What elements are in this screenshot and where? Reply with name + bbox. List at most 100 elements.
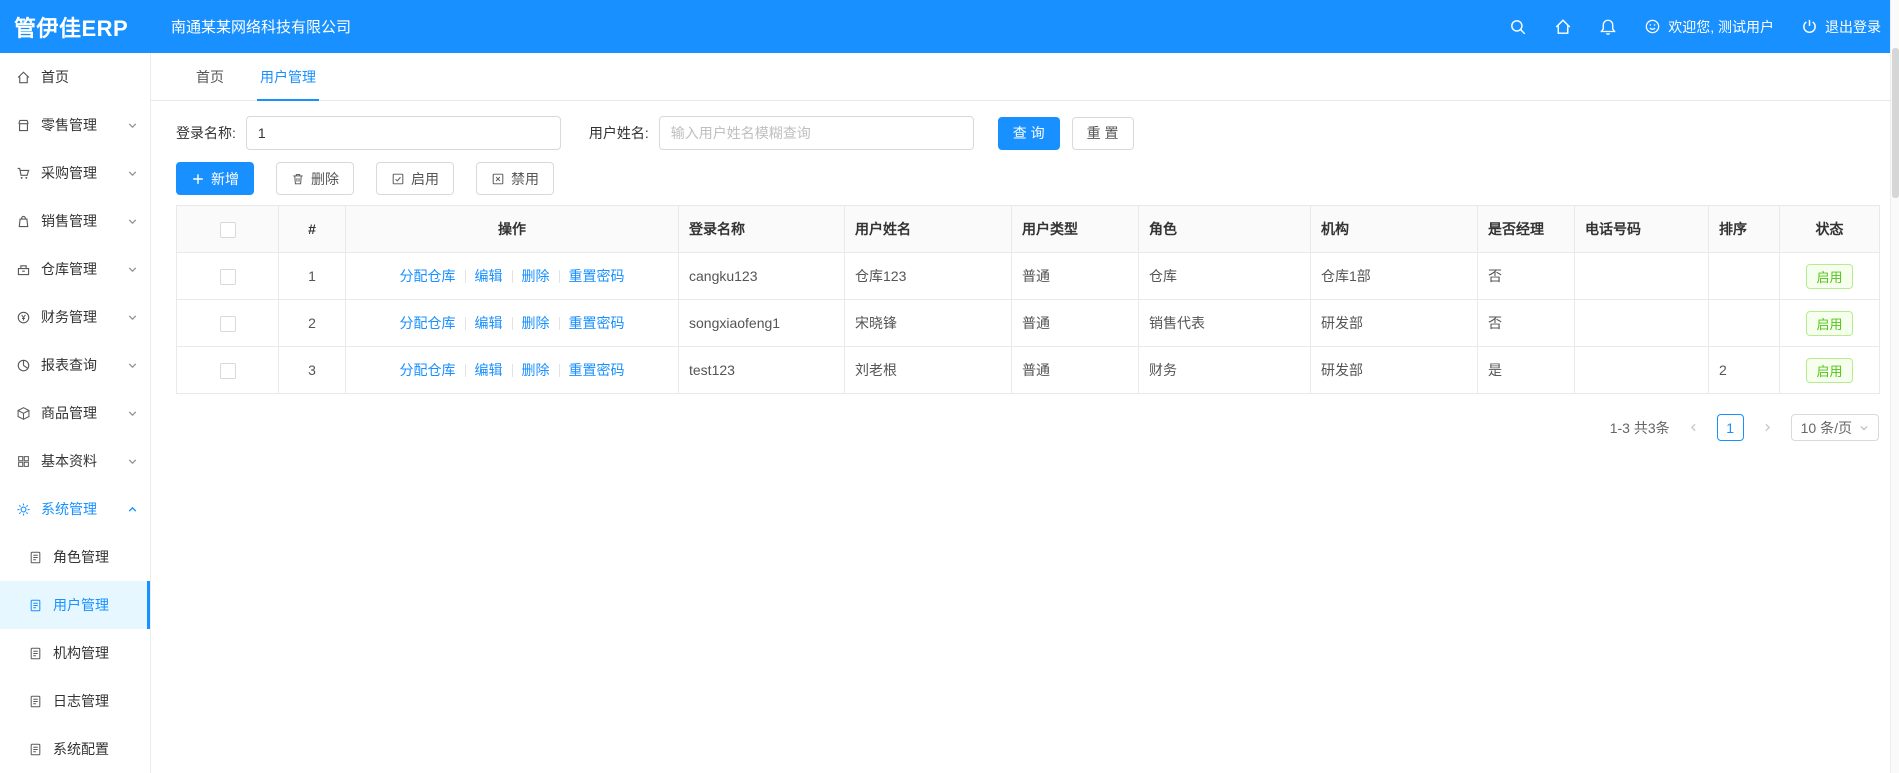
sidebar-item-role-management[interactable]: 角色管理 <box>0 533 150 581</box>
divider <box>511 270 513 283</box>
sales-bag-icon <box>16 214 31 229</box>
select-all-checkbox[interactable] <box>219 221 236 238</box>
chevron-down-icon <box>1860 425 1868 430</box>
logout-button[interactable]: 退出登录 <box>1801 17 1881 37</box>
sidebar-item-sales-management[interactable]: 销售管理 <box>0 197 150 245</box>
bell-icon[interactable] <box>1599 18 1617 36</box>
cell-is-manager: 否 <box>1477 299 1575 347</box>
delete-link[interactable]: 删除 <box>522 315 550 331</box>
cell-sort: 2 <box>1708 346 1780 394</box>
row-index: 2 <box>278 299 346 347</box>
add-button[interactable]: 新增 <box>176 162 254 195</box>
procurement-cart-icon <box>16 166 31 181</box>
cell-login-name: songxiaofeng1 <box>678 299 845 347</box>
delete-button-label: 删除 <box>311 170 339 187</box>
chevron-down-icon <box>127 456 138 467</box>
column-header-org: 机构 <box>1310 205 1478 253</box>
grid-icon <box>16 454 31 469</box>
chevron-down-icon <box>127 312 138 323</box>
sidebar-item-purchase-management[interactable]: 采购管理 <box>0 149 150 197</box>
cell-phone <box>1574 299 1709 347</box>
user-name-input[interactable] <box>658 116 974 150</box>
delete-button[interactable]: 删除 <box>276 162 354 195</box>
tab-bar: 首页 用户管理 <box>151 53 1899 101</box>
cell-org: 研发部 <box>1310 299 1478 347</box>
column-header-is-manager: 是否经理 <box>1477 205 1575 253</box>
page-size-select[interactable]: 10 条/页 <box>1790 414 1879 441</box>
sidebar-item-finance-management[interactable]: 财务管理 <box>0 293 150 341</box>
logout-icon <box>1801 18 1818 35</box>
tab-home[interactable]: 首页 <box>193 53 227 100</box>
reset-password-link[interactable]: 重置密码 <box>569 315 625 331</box>
sidebar-item-system-management[interactable]: 系统管理 <box>0 485 150 533</box>
check-square-icon <box>392 173 404 184</box>
search-icon[interactable] <box>1509 18 1527 36</box>
sidebar-item-label: 机构管理 <box>53 645 109 661</box>
welcome-user[interactable]: 欢迎您, 测试用户 <box>1644 17 1774 37</box>
cell-login-name: cangku123 <box>678 252 845 300</box>
prev-page-button[interactable] <box>1680 414 1707 441</box>
cell-user-name: 仓库123 <box>844 252 1012 300</box>
sidebar-item-home[interactable]: 首页 <box>0 53 150 101</box>
login-name-input[interactable] <box>245 116 561 150</box>
goods-box-icon <box>16 406 31 421</box>
assign-warehouse-link[interactable]: 分配仓库 <box>400 362 456 378</box>
row-checkbox[interactable] <box>219 362 236 379</box>
edit-link[interactable]: 编辑 <box>475 268 503 284</box>
row-checkbox[interactable] <box>219 268 236 285</box>
table-row: 1 分配仓库 编辑 删除 重置密码 cangku123 仓库123 普通 仓库 仓库1… <box>176 252 1880 300</box>
reset-password-link[interactable]: 重置密码 <box>569 268 625 284</box>
gear-icon <box>16 502 31 517</box>
sidebar-item-label: 角色管理 <box>53 549 109 565</box>
sidebar-item-label: 财务管理 <box>41 309 97 325</box>
chevron-down-icon <box>127 360 138 371</box>
document-icon <box>28 742 43 757</box>
reset-button[interactable]: 重 置 <box>1071 116 1134 150</box>
sidebar-item-retail-management[interactable]: 零售管理 <box>0 101 150 149</box>
disable-button[interactable]: 禁用 <box>476 162 554 195</box>
search-button[interactable]: 查 询 <box>997 116 1060 150</box>
row-actions: 分配仓库 编辑 删除 重置密码 <box>345 252 679 300</box>
sidebar-item-user-management[interactable]: 用户管理 <box>0 581 150 629</box>
sidebar-item-log-management[interactable]: 日志管理 <box>0 677 150 725</box>
sidebar-item-basic-data[interactable]: 基本资料 <box>0 437 150 485</box>
chevron-right-icon <box>1764 423 1770 432</box>
page-layout: 首页 零售管理 采购管理 销售管理 仓库管理 财务管理 报表查询 商品管理 基本… <box>0 53 1899 773</box>
app-logo[interactable]: 管伊佳ERP <box>0 11 151 43</box>
logout-label: 退出登录 <box>1825 18 1881 35</box>
enable-button[interactable]: 启用 <box>376 162 454 195</box>
cell-phone <box>1574 346 1709 394</box>
divider <box>558 364 560 377</box>
status-badge[interactable]: 启用 <box>1806 357 1853 383</box>
row-index: 1 <box>278 252 346 300</box>
sidebar-item-report-query[interactable]: 报表查询 <box>0 341 150 389</box>
row-checkbox[interactable] <box>219 315 236 332</box>
home-icon[interactable] <box>1554 18 1572 36</box>
sidebar-item-system-config[interactable]: 系统配置 <box>0 725 150 773</box>
cell-is-manager: 是 <box>1477 346 1575 394</box>
scrollbar[interactable] <box>1890 0 1899 773</box>
status-badge[interactable]: 启用 <box>1806 263 1853 289</box>
page-size-value: 10 条/页 <box>1800 419 1852 436</box>
scrollbar-thumb[interactable] <box>1892 48 1899 198</box>
assign-warehouse-link[interactable]: 分配仓库 <box>400 315 456 331</box>
status-badge[interactable]: 启用 <box>1806 310 1853 336</box>
cell-role: 销售代表 <box>1138 299 1311 347</box>
home-icon <box>16 70 31 85</box>
delete-link[interactable]: 删除 <box>522 268 550 284</box>
reset-password-link[interactable]: 重置密码 <box>569 362 625 378</box>
assign-warehouse-link[interactable]: 分配仓库 <box>400 268 456 284</box>
next-page-button[interactable] <box>1754 414 1781 441</box>
column-header-user-name: 用户姓名 <box>844 205 1012 253</box>
sidebar-item-org-management[interactable]: 机构管理 <box>0 629 150 677</box>
sidebar-item-goods-management[interactable]: 商品管理 <box>0 389 150 437</box>
row-index: 3 <box>278 346 346 394</box>
edit-link[interactable]: 编辑 <box>475 315 503 331</box>
edit-link[interactable]: 编辑 <box>475 362 503 378</box>
cell-org: 仓库1部 <box>1310 252 1478 300</box>
cell-is-manager: 否 <box>1477 252 1575 300</box>
page-number-button[interactable]: 1 <box>1716 414 1744 441</box>
sidebar-item-warehouse-management[interactable]: 仓库管理 <box>0 245 150 293</box>
tab-user-management[interactable]: 用户管理 <box>257 53 319 101</box>
delete-link[interactable]: 删除 <box>522 362 550 378</box>
